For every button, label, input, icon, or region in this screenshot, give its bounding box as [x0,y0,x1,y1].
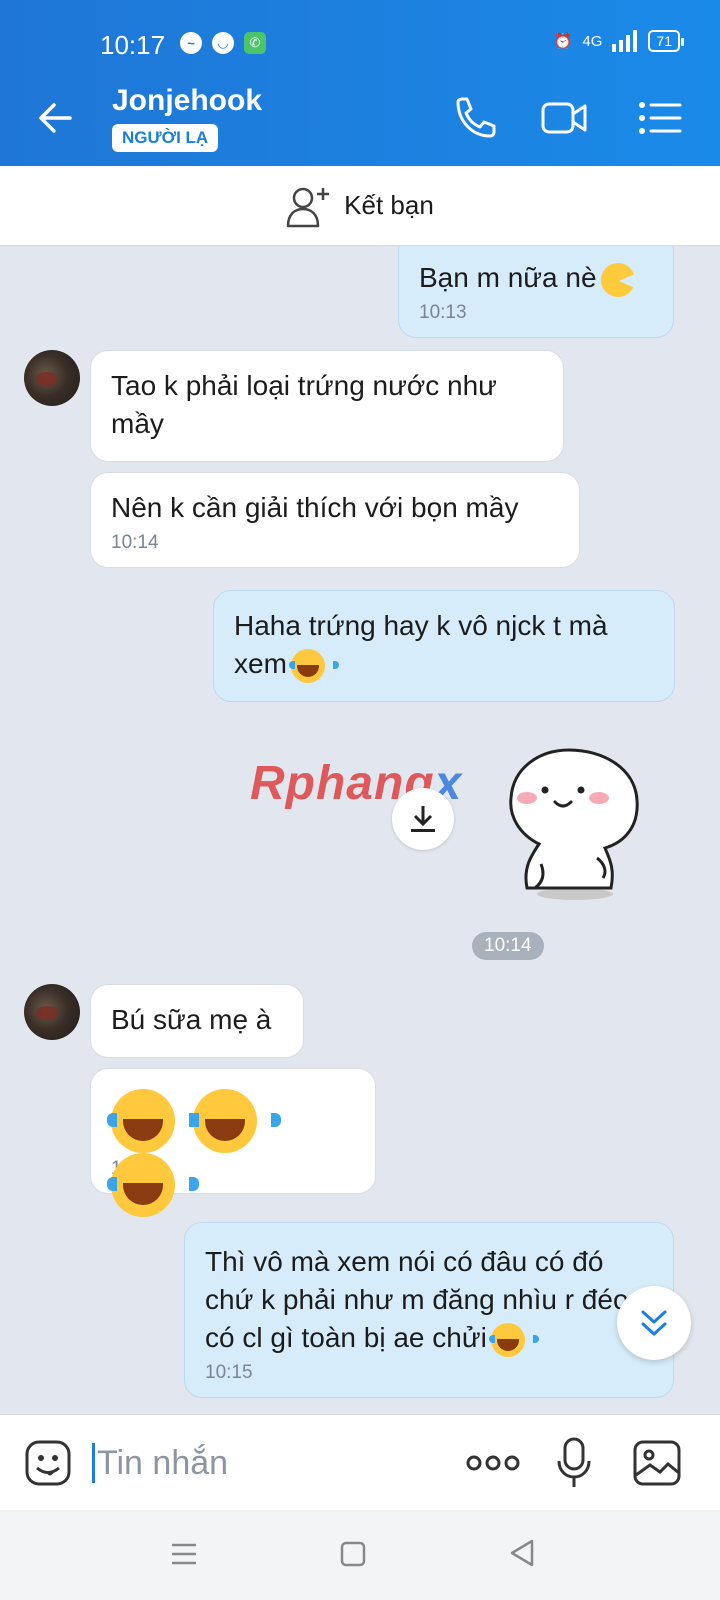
more-options-icon[interactable] [466,1451,520,1475]
message-bubble-incoming[interactable]: Nên k cần giải thích với bọn mầy 10:14 [90,472,580,568]
recent-apps-icon[interactable] [170,1540,198,1568]
home-icon[interactable] [340,1540,366,1568]
sticker-emoji-icon[interactable] [24,1439,72,1487]
message-time: 10:14 [111,532,159,553]
status-time: 10:17 [100,30,166,60]
stranger-badge: NGƯỜI LẠ [112,124,219,152]
back-nav-icon[interactable] [508,1538,536,1568]
add-friend-label: Kết bạn [344,190,434,220]
download-button[interactable] [392,788,454,850]
message-text: Thì vô mà xem nói có đâu có đó chứ k phả… [205,1246,629,1353]
avatar[interactable] [24,350,80,406]
messenger-icon: ~ [180,32,202,54]
status-bar: 10:17 ~ ◡ ✆ ⏰ 4G 71 [0,0,720,70]
microphone-icon[interactable] [556,1437,592,1489]
message-bubble-outgoing[interactable]: Thì vô mà xem nói có đâu có đó chứ k phả… [184,1222,674,1398]
message-bubble-outgoing[interactable]: Bạn m nữa nè 10:13 [398,246,674,338]
message-time: 10:14 [472,932,544,960]
message-input[interactable]: Tin nhắn [92,1443,228,1483]
message-text: Nên k cần giải thích với bọn mầy [111,492,519,523]
menu-list-icon[interactable] [636,96,684,140]
emoji-row [107,1085,355,1217]
notification-icons: ~ ◡ ✆ [180,32,266,54]
message-time: 10:13 [419,302,467,323]
message-text: Bú sữa mẹ à [111,1004,272,1035]
message-bubble-incoming[interactable]: Bú sữa mẹ à [90,984,304,1058]
sticker-image[interactable] [505,746,645,906]
laughing-emoji-icon [288,648,339,683]
message-list[interactable]: Bạn m nữa nè 10:13 Tao k phải loại trứng… [0,246,720,1414]
scroll-to-bottom-button[interactable] [617,1286,691,1360]
phone-call-icon[interactable] [450,96,498,140]
image-gallery-icon[interactable] [632,1439,682,1487]
laughing-emoji-icon [107,1089,199,1153]
phone-notification-icon: ✆ [244,32,266,54]
message-bubble-incoming[interactable]: Tao k phải loại trứng nước như mầy [90,350,564,462]
contact-name[interactable]: Jonjehook [112,84,262,118]
download-icon [411,806,435,832]
status-right: ⏰ 4G 71 [553,30,684,52]
message-bubble-incoming[interactable]: 10:14 [90,1068,376,1217]
message-input-bar: Tin nhắn [0,1414,720,1510]
message-text: Haha trứng hay k vô njck t mà xem [234,610,608,679]
battery-indicator: 71 [648,30,684,52]
add-user-icon [286,187,330,227]
signal-icon [612,30,638,52]
network-type: 4G [582,32,603,50]
chat-header: Jonjehook NGƯỜI LẠ [0,70,720,166]
message-text: Bạn m nữa nè [419,262,597,293]
laughing-emoji-icon [488,1322,539,1357]
avatar[interactable] [24,984,80,1040]
notification-app-icon: ◡ [212,32,234,54]
laughing-emoji-icon [189,1089,281,1153]
add-friend-button[interactable]: Kết bạn [0,166,720,246]
alarm-icon: ⏰ [553,33,573,50]
double-chevron-down-icon [641,1310,667,1336]
pacman-emoji-icon [600,262,637,297]
message-time: 10:15 [205,1362,253,1383]
video-call-icon[interactable] [540,96,588,140]
system-navigation-bar [0,1510,720,1600]
message-text: Tao k phải loại trứng nước như mầy [111,370,497,439]
laughing-emoji-icon [107,1153,199,1217]
back-arrow-icon[interactable] [36,98,76,138]
message-bubble-outgoing[interactable]: Haha trứng hay k vô njck t mà xem [213,590,675,702]
